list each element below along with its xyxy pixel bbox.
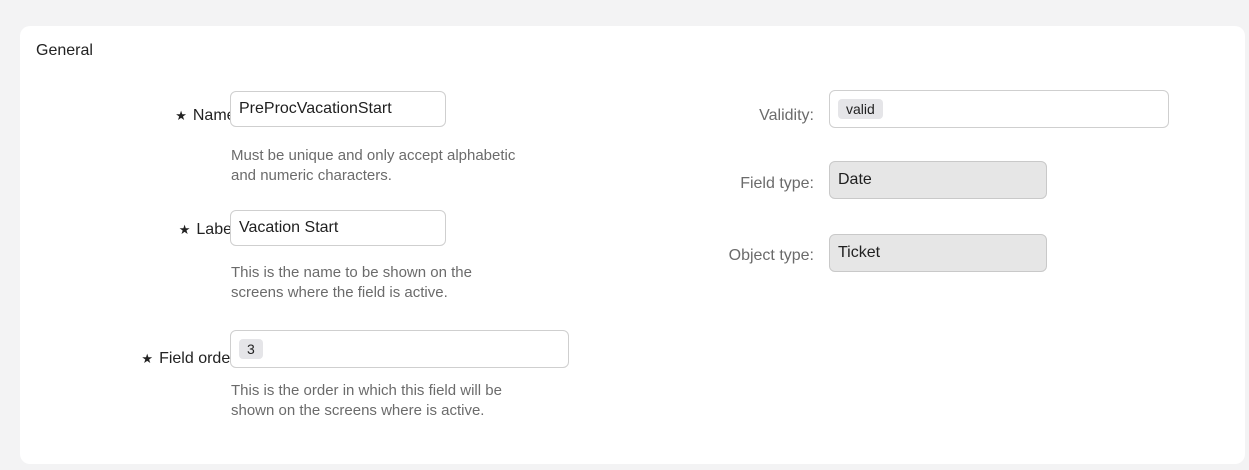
name-hint-line1: Must be unique and only accept alphabeti… [231,147,516,164]
field-type-display: Date [829,161,1047,199]
object-type-value: Ticket [838,244,881,261]
section-title: General [36,42,93,59]
name-input[interactable]: PreProcVacationStart [230,91,446,127]
label-hint: This is the name to be shown on the scre… [231,263,651,303]
label-hint-line2: screens where the field is active. [231,284,448,301]
validity-select[interactable]: valid [829,90,1169,128]
name-hint: Must be unique and only accept alphabeti… [231,146,651,186]
field-order-label: ★ Field order: [141,350,240,368]
field-type-value: Date [838,171,872,188]
validity-label: Validity: [759,107,814,124]
field-order-input[interactable]: 3 [230,330,569,368]
label-input-value: Vacation Start [239,219,339,236]
object-type-label: Object type: [728,247,814,264]
label-input[interactable]: Vacation Start [230,210,446,246]
required-star-icon: ★ [141,351,154,366]
field-order-value: 3 [239,339,263,359]
field-order-label-text: Field order: [159,350,240,367]
general-panel: General ★ Name: PreProcVacationStart Must… [20,26,1245,464]
field-order-hint: This is the order in which this field wi… [231,381,651,421]
required-star-icon: ★ [175,108,187,123]
label-hint-line1: This is the name to be shown on the [231,264,472,281]
name-hint-line2: and numeric characters. [231,167,392,184]
object-type-display: Ticket [829,234,1047,272]
name-input-value: PreProcVacationStart [239,100,392,117]
required-star-icon: ★ [178,222,191,237]
field-order-hint-line2: shown on the screens where is active. [231,402,485,419]
field-order-hint-line1: This is the order in which this field wi… [231,382,502,399]
field-type-label: Field type: [740,175,814,192]
validity-value: valid [838,99,883,119]
